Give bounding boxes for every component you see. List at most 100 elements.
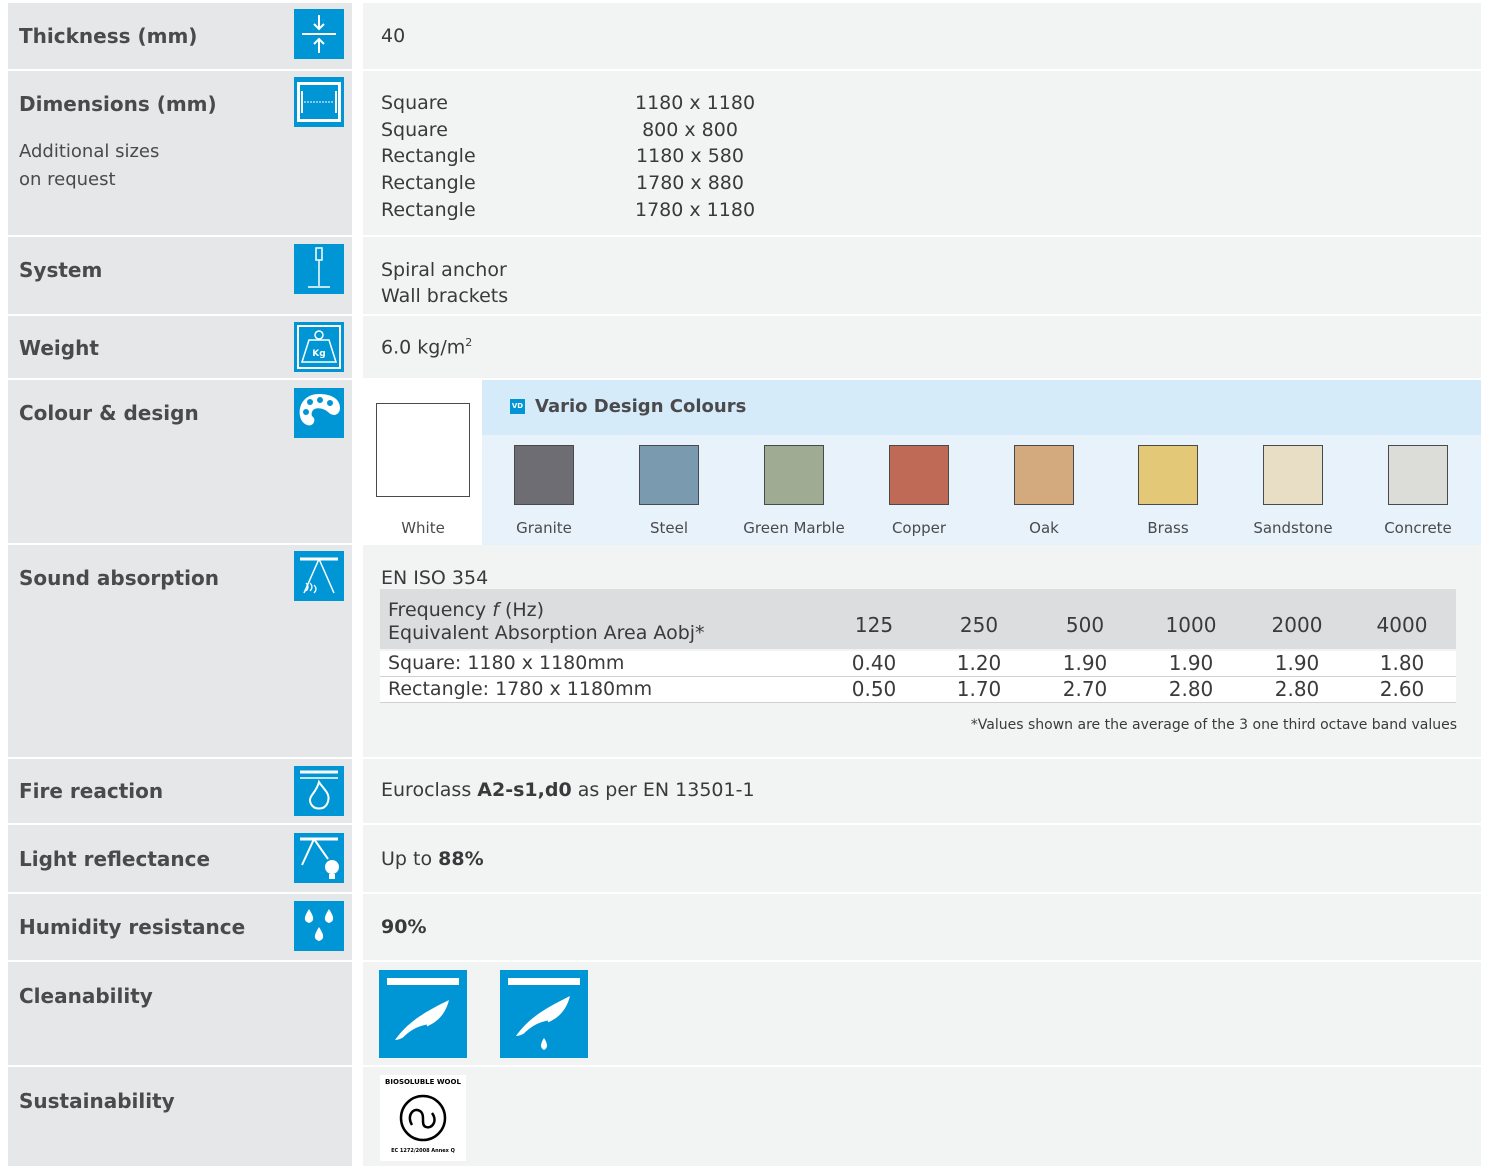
cell-value: 0.50 bbox=[851, 677, 897, 701]
frequency-value: 1000 bbox=[1165, 613, 1217, 637]
dimension-row: Rectangle 1180 x 580 bbox=[381, 145, 744, 167]
badge-bottom-text: EC 1272/2008 Annex Q bbox=[391, 1148, 455, 1154]
cell-value: 2.80 bbox=[1168, 677, 1214, 701]
humidity-value-cell: 90% bbox=[363, 894, 1481, 960]
humidity-label: Humidity resistance bbox=[19, 915, 246, 939]
light-label: Light reflectance bbox=[19, 847, 211, 871]
colour-value-cell: White VD Vario Design Colours Granite St… bbox=[363, 380, 1481, 545]
sustainability-label: Sustainability bbox=[19, 1089, 175, 1113]
table-row: Square: 1180 x 1180mm 0.40 1.20 1.90 1.9… bbox=[380, 651, 1456, 677]
frequency-header: Frequency f (Hz) bbox=[388, 599, 545, 621]
cleanability-label: Cleanability bbox=[19, 984, 153, 1008]
row-name: Rectangle: 1780 x 1180mm bbox=[388, 678, 653, 700]
swatch-name: Concrete bbox=[1384, 519, 1452, 537]
biosoluble-wool-badge: BIOSOLUBLE WOOL EC 1272/2008 Annex Q bbox=[380, 1075, 466, 1161]
weight-label-cell: Weight Kg bbox=[8, 316, 352, 378]
swatch-copper bbox=[889, 445, 949, 505]
light-value-cell: Up to 88% bbox=[363, 825, 1481, 892]
cell-value: 2.60 bbox=[1379, 677, 1425, 701]
colour-label-cell: Colour & design bbox=[8, 380, 352, 543]
swatch-sandstone bbox=[1263, 445, 1323, 505]
swatch-name: Steel bbox=[649, 519, 689, 537]
swatch-name: Oak bbox=[1029, 519, 1059, 537]
colour-label: Colour & design bbox=[19, 401, 199, 425]
cell-value: 0.40 bbox=[851, 651, 897, 675]
system-line2: Wall brackets bbox=[381, 285, 509, 307]
swatch-name: Sandstone bbox=[1253, 519, 1333, 537]
cell-value: 1.70 bbox=[956, 677, 1002, 701]
weight-label: Weight bbox=[19, 336, 99, 360]
sustainability-label-cell: Sustainability bbox=[8, 1067, 352, 1166]
system-value-cell: Spiral anchor Wall brackets bbox=[363, 237, 1481, 314]
dimension-row: Square 800 x 800 bbox=[381, 119, 738, 141]
light-value: Up to 88% bbox=[381, 848, 484, 870]
sound-absorption-icon bbox=[294, 551, 344, 601]
thickness-label-cell: Thickness (mm) bbox=[8, 3, 352, 69]
sound-label: Sound absorption bbox=[19, 566, 219, 590]
humidity-label-cell: Humidity resistance bbox=[8, 894, 352, 960]
frequency-value: 2000 bbox=[1271, 613, 1323, 637]
sound-value-cell: EN ISO 354 Frequency f (Hz) Equivalent A… bbox=[363, 545, 1481, 757]
swatch-name: Copper bbox=[891, 519, 947, 537]
frequency-value: 500 bbox=[1065, 613, 1105, 637]
thickness-icon bbox=[294, 9, 344, 59]
light-reflectance-icon bbox=[294, 833, 344, 883]
swatch-white bbox=[376, 403, 470, 497]
frequency-value: 4000 bbox=[1376, 613, 1428, 637]
vario-design-header: VD Vario Design Colours bbox=[482, 380, 1481, 435]
frequency-value: 125 bbox=[854, 613, 894, 637]
cell-value: 1.90 bbox=[1168, 651, 1214, 675]
fire-value: Euroclass A2-s1,d0 as per EN 13501-1 bbox=[381, 779, 755, 801]
swatch-green-marble bbox=[764, 445, 824, 505]
svg-text:Kg: Kg bbox=[312, 349, 325, 359]
fire-label-cell: Fire reaction bbox=[8, 759, 352, 823]
dimensions-label-cell: Dimensions (mm) Additional sizes on requ… bbox=[8, 71, 352, 235]
swatch-name: Brass bbox=[1147, 519, 1189, 537]
sustainability-value-cell: BIOSOLUBLE WOOL EC 1272/2008 Annex Q bbox=[363, 1067, 1481, 1166]
swatch-granite bbox=[514, 445, 574, 505]
system-anchor-icon bbox=[294, 244, 344, 294]
swatch-name: Green Marble bbox=[743, 519, 845, 537]
absorption-area-header: Equivalent Absorption Area Aobj* bbox=[388, 622, 705, 644]
dimensions-icon bbox=[294, 77, 344, 127]
thickness-label: Thickness (mm) bbox=[19, 24, 198, 48]
vario-swatch-area: Granite Steel Green Marble Copper Oak Br… bbox=[482, 435, 1481, 545]
swatch-name: White bbox=[401, 519, 445, 537]
swatch-steel bbox=[639, 445, 699, 505]
spec-sheet: Thickness (mm) 40 Dimensions (mm) Additi… bbox=[0, 0, 1488, 1166]
palette-icon bbox=[294, 388, 344, 438]
vario-design-title: Vario Design Colours bbox=[535, 396, 747, 417]
swatch-concrete bbox=[1388, 445, 1448, 505]
cell-value: 1.90 bbox=[1274, 651, 1320, 675]
cell-value: 2.70 bbox=[1062, 677, 1108, 701]
sound-standard: EN ISO 354 bbox=[381, 567, 489, 589]
weight-value: 6.0 kg/m2 bbox=[381, 336, 473, 359]
dimension-row: Rectangle 1780 x 1180 bbox=[381, 199, 756, 221]
sound-table-header: Frequency f (Hz) Equivalent Absorption A… bbox=[380, 589, 1456, 649]
dimensions-value-cell: Square 1180 x 1180 Square 800 x 800 Rectan… bbox=[363, 71, 1481, 235]
dimension-row: Square 1180 x 1180 bbox=[381, 92, 756, 114]
swatch-brass bbox=[1138, 445, 1198, 505]
dimension-row: Rectangle 1780 x 880 bbox=[381, 172, 744, 194]
cell-value: 1.80 bbox=[1379, 651, 1425, 675]
sound-footnote: *Values shown are the average of the 3 o… bbox=[970, 717, 1457, 733]
swatch-name: Granite bbox=[516, 519, 572, 537]
cleanability-value-cell bbox=[363, 962, 1481, 1065]
table-row: Rectangle: 1780 x 1180mm 0.50 1.70 2.70 … bbox=[380, 677, 1456, 703]
humidity-value: 90% bbox=[381, 916, 427, 938]
cell-value: 2.80 bbox=[1274, 677, 1320, 701]
fire-label: Fire reaction bbox=[19, 779, 164, 803]
light-label-cell: Light reflectance bbox=[8, 825, 352, 892]
system-line1: Spiral anchor bbox=[381, 259, 507, 281]
dimensions-note-line2: on request bbox=[19, 169, 116, 190]
thickness-value-cell: 40 bbox=[363, 3, 1481, 69]
system-label: System bbox=[19, 258, 103, 282]
weight-value-cell: 6.0 kg/m2 bbox=[363, 316, 1481, 378]
fire-value-cell: Euroclass A2-s1,d0 as per EN 13501-1 bbox=[363, 759, 1481, 823]
wet-clean-icon bbox=[500, 970, 588, 1058]
dry-clean-icon bbox=[379, 970, 467, 1058]
cell-value: 1.20 bbox=[956, 651, 1002, 675]
sound-label-cell: Sound absorption bbox=[8, 545, 352, 757]
fire-reaction-icon bbox=[294, 766, 344, 816]
frequency-value: 250 bbox=[959, 613, 999, 637]
